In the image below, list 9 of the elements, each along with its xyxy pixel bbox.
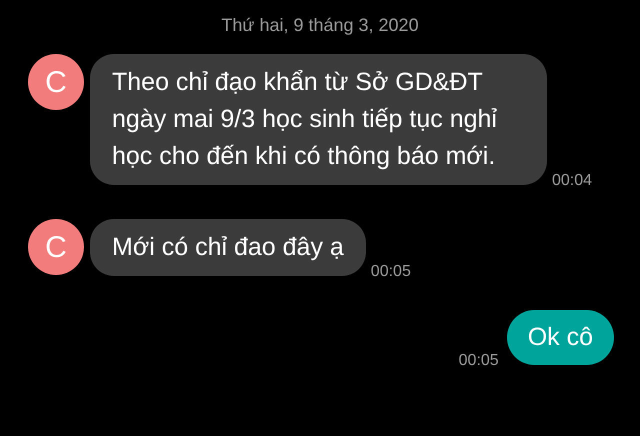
- message-time: 00:05: [458, 351, 499, 371]
- avatar[interactable]: C: [28, 54, 84, 110]
- message-bubble: Theo chỉ đạo khẩn từ Sở GD&ĐT ngày mai 9/3 học sinh tiếp tục nghỉ học cho đến khi có thông báo mới.: [90, 54, 547, 185]
- date-header: Thứ hai, 9 tháng 3, 2020: [221, 14, 419, 37]
- message-time: 00:05: [370, 262, 411, 282]
- message-bubble: Mới có chỉ đao đây ạ: [90, 219, 366, 276]
- message-bubble: Ok cô: [506, 310, 614, 365]
- message-time: 00:04: [552, 171, 592, 191]
- avatar[interactable]: C: [28, 219, 84, 275]
